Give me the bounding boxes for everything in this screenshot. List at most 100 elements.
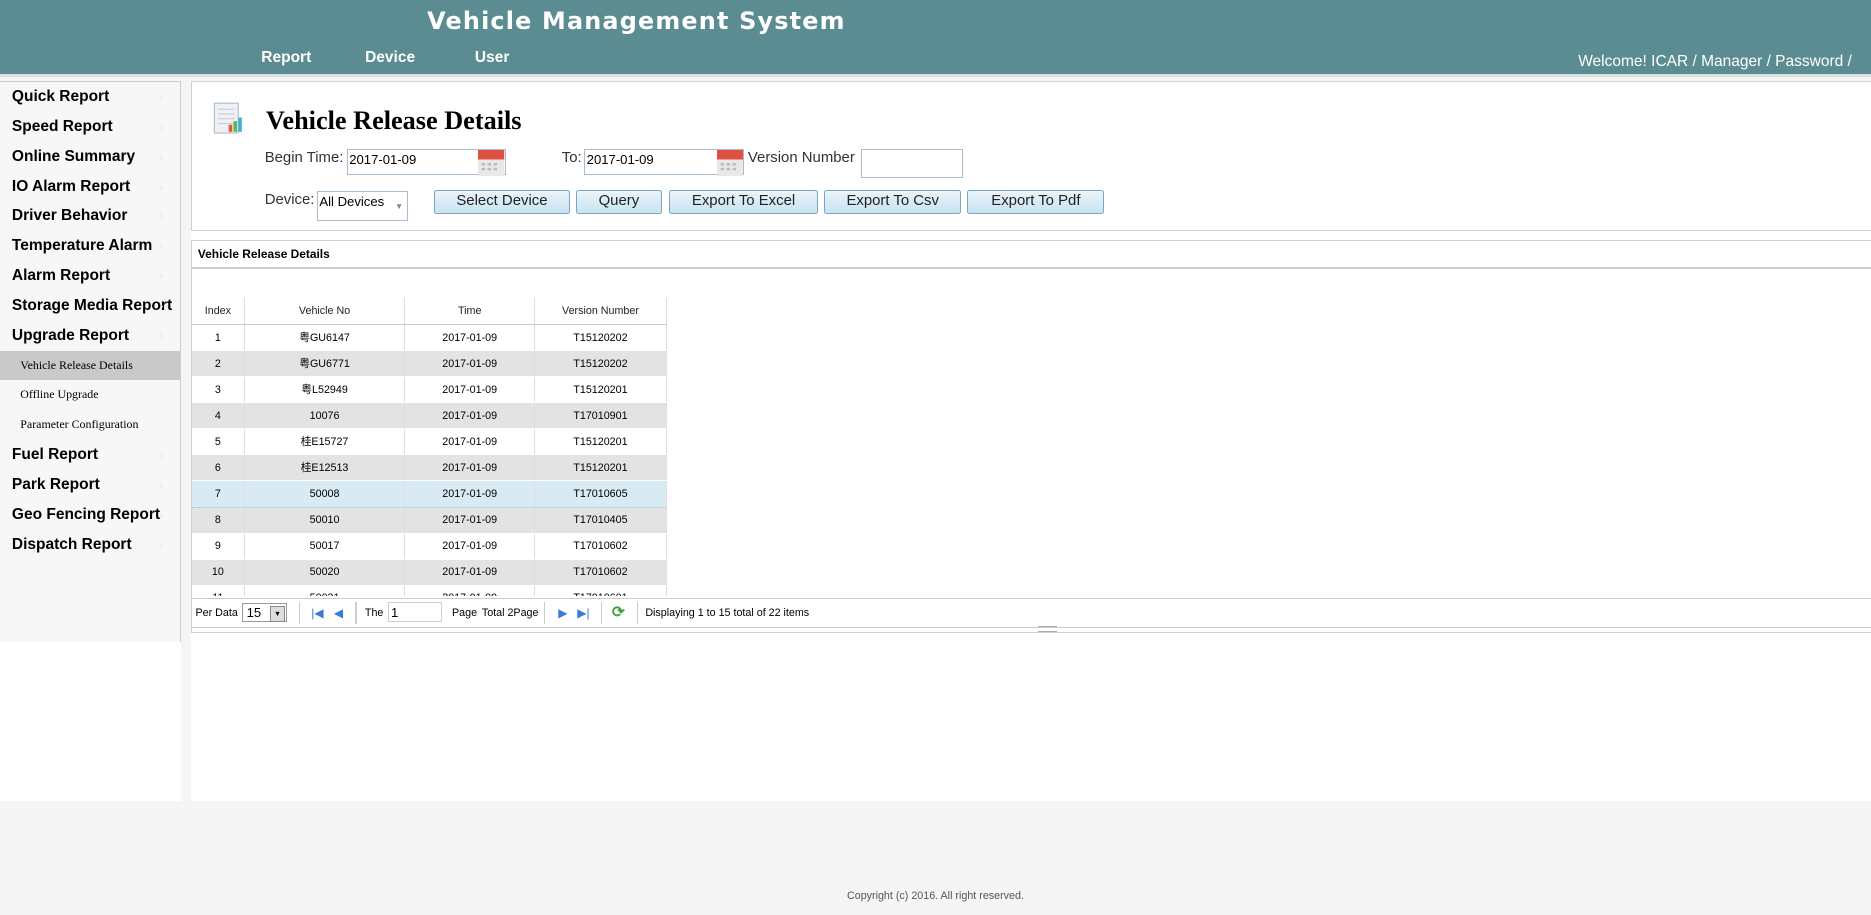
sidebar-item[interactable]: Storage Media Report › <box>0 291 180 321</box>
cell-time: 2017-01-09 <box>404 376 536 404</box>
calendar-icon[interactable] <box>717 149 744 177</box>
select-device-button[interactable]: Select Device <box>434 189 570 215</box>
cell-time: 2017-01-09 <box>404 350 536 378</box>
sidebar-item[interactable]: Geo Fencing Report › <box>0 500 180 530</box>
sidebar-item[interactable]: IO Alarm Report › <box>0 172 180 202</box>
sidebar-item[interactable]: Upgrade Report › <box>0 321 180 351</box>
page-number-input[interactable]: 1 <box>387 602 443 623</box>
sidebar-subitem[interactable]: Offline Upgrade <box>0 380 180 410</box>
chevron-right-icon: › <box>159 238 164 254</box>
chevron-right-icon: › <box>159 208 164 224</box>
chevron-right-icon: › <box>159 506 164 522</box>
sidebar-subitem[interactable]: Vehicle Release Details <box>0 350 181 381</box>
last-page-icon[interactable]: ▶| <box>577 599 589 628</box>
cell-time: 2017-01-09 <box>404 324 536 352</box>
cell-vehicle-no: 50031 <box>244 585 406 597</box>
col-time[interactable]: Time <box>404 298 536 326</box>
nav-device[interactable]: Device <box>365 49 415 67</box>
sidebar-item[interactable]: Driver Behavior › <box>0 201 180 231</box>
export-pdf-button[interactable]: Export To Pdf <box>967 189 1105 215</box>
cell-vehicle-no: 50010 <box>244 507 406 534</box>
sidebar-item[interactable]: Park Report › <box>0 470 180 500</box>
table-row[interactable]: 6 桂E12513 2017-01-09 T15120201 <box>191 454 667 482</box>
sidebar-item-label: Dispatch Report <box>11 535 132 553</box>
sidebar-item-label: IO Alarm Report <box>11 177 131 195</box>
total-pages: Total 2Page <box>481 606 539 619</box>
page-title: Vehicle Release Details <box>265 105 522 135</box>
the-label: The <box>364 606 384 619</box>
version-number-input[interactable] <box>861 148 963 178</box>
table-row[interactable]: 11500312017-01-09T17010601 <box>191 585 667 597</box>
sidebar-item[interactable]: Temperature Alarm › <box>0 231 180 261</box>
data-grid: Vehicle Release Details Index Vehicle No… <box>190 239 1871 634</box>
per-data-select[interactable]: 15 ▼ <box>242 603 288 623</box>
cell-index: 9 <box>191 533 245 560</box>
sidebar-item[interactable]: Alarm Report › <box>0 261 180 291</box>
sidebar-subitem[interactable]: Parameter Configuration <box>0 410 180 440</box>
col-index[interactable]: Index <box>191 298 245 326</box>
grid-body[interactable]: Index Vehicle No Time Version Number 1 粤G… <box>191 269 667 597</box>
sidebar-item[interactable]: Speed Report › <box>0 112 180 142</box>
cell-index: 10 <box>191 559 245 586</box>
cell-vehicle-no: 粤GU6771 <box>244 350 406 378</box>
chevron-right-icon: › <box>159 118 164 134</box>
nav-user[interactable]: User <box>475 49 509 67</box>
chevron-right-icon: › <box>159 148 164 164</box>
table-row[interactable]: 7 50008 2017-01-09 T17010605 <box>191 480 667 508</box>
report-icon <box>213 103 243 135</box>
to-time-value: 2017-01-09 <box>586 152 654 168</box>
first-page-icon[interactable]: |◀ <box>311 599 323 628</box>
cell-time: 2017-01-09 <box>404 559 536 586</box>
table-row[interactable]: 5 桂E15727 2017-01-09 T15120201 <box>191 428 667 456</box>
sidebar-spacer <box>0 641 182 801</box>
chevron-right-icon: › <box>159 447 164 463</box>
table-row[interactable]: 4 10076 2017-01-09 T17010901 <box>191 402 667 430</box>
sidebar-item[interactable]: Online Summary › <box>0 142 180 172</box>
device-select[interactable]: All Devices ▼ <box>317 190 408 221</box>
resize-handle[interactable] <box>1038 626 1058 632</box>
cell-version: T17010602 <box>534 533 667 560</box>
prev-page-icon[interactable]: ◀ <box>334 599 343 628</box>
next-page-icon[interactable]: ▶ <box>558 599 567 628</box>
to-label: To: <box>561 150 582 167</box>
export-excel-button[interactable]: Export To Excel <box>669 189 818 215</box>
chevron-right-icon: › <box>159 476 164 492</box>
table-row[interactable]: 10 50020 2017-01-09 T17010602 <box>191 559 667 586</box>
per-data-label: Per Data <box>195 606 238 619</box>
col-version-number[interactable]: Version Number <box>534 298 667 326</box>
cell-index: 3 <box>191 376 245 404</box>
table-row[interactable]: 2 粤GU6771 2017-01-09 T15120202 <box>191 350 667 378</box>
sidebar-item-label: Geo Fencing Report <box>11 505 161 523</box>
grid-title: Vehicle Release Details <box>191 241 1871 270</box>
page-label: Page <box>452 606 478 619</box>
cell-version: T15120201 <box>534 454 667 482</box>
to-time-input[interactable]: 2017-01-09 <box>584 148 745 177</box>
table-row[interactable]: 3 粤L52949 2017-01-09 T15120201 <box>191 376 667 404</box>
version-number-label: Version Number <box>747 150 855 167</box>
cell-time: 2017-01-09 <box>404 428 536 456</box>
export-csv-button[interactable]: Export To Csv <box>824 189 962 215</box>
nav-report[interactable]: Report <box>261 49 311 67</box>
begin-time-input[interactable]: 2017-01-09 <box>347 148 506 177</box>
sidebar-item[interactable]: Dispatch Report › <box>0 530 180 560</box>
calendar-icon[interactable] <box>478 149 505 177</box>
cell-time: 2017-01-09 <box>404 454 536 482</box>
cell-index: 6 <box>191 454 245 482</box>
sidebar-item[interactable]: Quick Report › <box>0 82 180 112</box>
welcome-text[interactable]: Welcome! ICAR / Manager / Password / <box>1578 53 1852 71</box>
query-button[interactable]: Query <box>576 189 662 215</box>
per-data-value: 15 <box>246 605 262 621</box>
cell-index: 5 <box>191 428 245 456</box>
begin-time-label: Begin Time: <box>264 150 344 167</box>
table-row[interactable]: 8 50010 2017-01-09 T17010405 <box>191 507 667 534</box>
col-vehicle-no[interactable]: Vehicle No <box>244 298 406 326</box>
main-content: Vehicle Release Details Begin Time: 2017… <box>190 81 1871 801</box>
sidebar-item-label: Driver Behavior <box>11 207 128 225</box>
refresh-icon[interactable]: ⟳ <box>612 599 625 628</box>
dropdown-arrow-icon: ▼ <box>270 605 286 622</box>
table-row[interactable]: 1 粤GU6147 2017-01-09 T15120202 <box>191 324 667 352</box>
chevron-right-icon: › <box>159 268 164 284</box>
sidebar-item[interactable]: Fuel Report › <box>0 440 180 470</box>
sidebar-item-label: Speed Report <box>11 117 113 135</box>
table-row[interactable]: 9 50017 2017-01-09 T17010602 <box>191 533 667 560</box>
